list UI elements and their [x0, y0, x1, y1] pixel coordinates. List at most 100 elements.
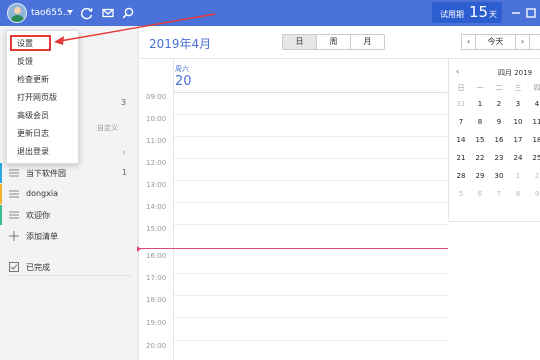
mini-day-cell[interactable]: 29 [471, 169, 489, 183]
mini-day-cell[interactable]: 6 [471, 187, 489, 201]
sidebar-item-label: 当下软件园 [26, 169, 66, 178]
mini-weekday-label: 三 [514, 84, 522, 92]
mini-day-cell[interactable]: 31 [452, 97, 470, 111]
minimize-icon[interactable] [509, 6, 523, 20]
menu-item-changelog[interactable]: 更新日志 [7, 125, 78, 143]
mini-day-cell[interactable]: 7 [490, 187, 508, 201]
list-color-bar [0, 163, 2, 183]
mini-day-cell[interactable]: 2 [528, 169, 540, 183]
view-week-button[interactable]: 周 [317, 35, 351, 49]
mini-weekday-label: 日 [457, 84, 465, 92]
trial-unit: 天 [489, 10, 497, 19]
mini-day-cell[interactable]: 1 [509, 169, 527, 183]
mini-day-cell[interactable]: 10 [509, 115, 527, 129]
hour-line [174, 273, 448, 274]
mini-day-cell[interactable]: 2 [490, 97, 508, 111]
hour-line [174, 158, 448, 159]
settings-highlight-box [10, 35, 51, 51]
today-button[interactable]: 今天 [476, 35, 516, 49]
user-avatar[interactable] [7, 3, 27, 23]
sidebar-item-label: dongxia [26, 189, 58, 198]
menu-item-feedback[interactable]: 反馈 [7, 53, 78, 71]
sidebar-item-completed[interactable]: 已完成 [0, 257, 139, 277]
mini-day-cell[interactable]: 24 [509, 151, 527, 165]
trial-days: 15 [469, 3, 489, 21]
mini-calendar: ‹ 四月 2019 日一二三四 31 1 2 3 4 7 8 9 10 11 14 15 16 17 18 21… [448, 59, 540, 219]
mini-day-cell[interactable]: 7 [452, 115, 470, 129]
mini-day-cell[interactable]: 16 [490, 133, 508, 147]
time-column-divider [173, 59, 174, 360]
sidebar-item-count: 1 [121, 168, 127, 177]
mini-day-cell[interactable]: 9 [528, 187, 540, 201]
mini-calendar-title: 四月 2019 [498, 69, 533, 77]
list-icon [9, 190, 19, 198]
mini-day-cell[interactable]: 18 [528, 133, 540, 147]
list-icon [9, 211, 19, 219]
list-color-bar [0, 205, 2, 225]
hour-line [174, 224, 448, 225]
search-icon[interactable] [121, 6, 135, 20]
calendar-main: 2019年4月 日 周 月 ‹ 今天 › 周六 20 09:00 10:00 1… [137, 26, 540, 360]
mini-day-cell[interactable]: 9 [490, 115, 508, 129]
sync-icon[interactable] [80, 6, 94, 20]
day-column-header[interactable]: 周六 20 [175, 64, 192, 89]
hour-line [174, 295, 448, 296]
mini-day-cell[interactable]: 8 [471, 115, 489, 129]
sidebar-item-label: 已完成 [26, 263, 50, 272]
time-label: 11:00 [146, 137, 167, 145]
top-bar: tao655... 试用期 15 天 [0, 0, 540, 26]
mini-day-cell[interactable]: 3 [509, 97, 527, 111]
time-label: 19:00 [146, 319, 167, 327]
mini-day-cell[interactable]: 4 [528, 97, 540, 111]
mini-day-cell[interactable]: 1 [471, 97, 489, 111]
mini-day-cell[interactable]: 11 [528, 115, 540, 129]
view-day-button[interactable]: 日 [283, 35, 317, 49]
mini-day-cell[interactable]: 28 [452, 169, 470, 183]
mini-calendar-row: 28 29 30 1 2 [449, 169, 540, 183]
mini-day-cell[interactable]: 30 [490, 169, 508, 183]
mini-weekday-label: 一 [476, 84, 484, 92]
menu-item-check-update[interactable]: 检查更新 [7, 71, 78, 89]
mini-day-cell[interactable]: 15 [471, 133, 489, 147]
sidebar-item-add-list[interactable]: 添加清单 [0, 226, 139, 246]
time-label: 16:00 [146, 252, 167, 260]
menu-item-premium[interactable]: 高级会员 [7, 107, 78, 125]
time-label: 18:00 [146, 296, 167, 304]
list-count: 3 [121, 98, 127, 107]
chevron-left-icon[interactable]: ‹ [122, 148, 126, 158]
mini-weekday-label: 二 [495, 84, 503, 92]
username[interactable]: tao655... [31, 8, 71, 18]
menu-item-open-web[interactable]: 打开网页版 [7, 89, 78, 107]
custom-label[interactable]: 自定义 [97, 123, 118, 133]
prev-arrow-icon[interactable]: ‹ [462, 35, 476, 49]
hour-line [174, 180, 448, 181]
mini-day-cell[interactable]: 25 [528, 151, 540, 165]
mini-day-cell[interactable]: 22 [471, 151, 489, 165]
chevron-down-icon[interactable] [67, 10, 73, 14]
all-day-divider [174, 92, 447, 93]
current-time-marker [137, 246, 141, 252]
trial-badge[interactable]: 试用期 15 天 [432, 2, 502, 23]
mini-day-cell[interactable]: 5 [452, 187, 470, 201]
hour-line [174, 317, 448, 318]
mail-icon[interactable] [101, 6, 115, 20]
time-label: 13:00 [146, 181, 167, 189]
mini-day-cell[interactable]: 23 [490, 151, 508, 165]
next-arrow-icon[interactable]: › [516, 35, 530, 49]
current-time-line [140, 248, 448, 249]
mini-day-cell[interactable]: 21 [452, 151, 470, 165]
mini-prev-icon[interactable]: ‹ [456, 67, 459, 76]
sidebar-item-list-3[interactable]: 欢迎你 [0, 205, 139, 225]
mini-day-cell[interactable]: 17 [509, 133, 527, 147]
sidebar-item-list-1[interactable]: 当下软件园 1 [0, 163, 139, 183]
maximize-icon[interactable] [524, 6, 538, 20]
month-title: 2019年4月 [149, 37, 212, 51]
menu-item-logout[interactable]: 退出登录 [7, 143, 78, 161]
sidebar-item-label: 添加清单 [26, 232, 58, 241]
mini-day-cell[interactable]: 14 [452, 133, 470, 147]
mini-calendar-divider [448, 221, 540, 222]
sidebar-item-list-2[interactable]: dongxia [0, 184, 139, 204]
mini-calendar-row: 14 15 16 17 18 [449, 133, 540, 147]
view-month-button[interactable]: 月 [351, 35, 384, 49]
mini-day-cell[interactable]: 8 [509, 187, 527, 201]
